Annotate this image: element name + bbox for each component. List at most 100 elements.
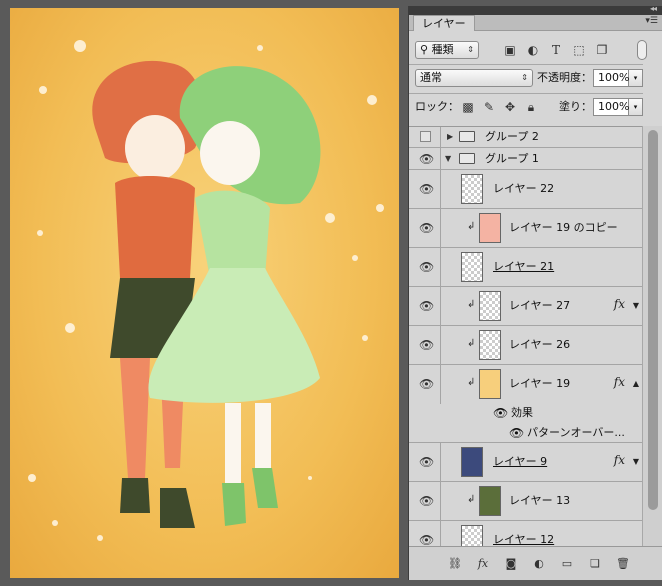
shape-filter-icon[interactable]: ⬚ — [571, 42, 587, 58]
visibility-toggle[interactable]: 👁︎ — [409, 248, 441, 286]
opacity-dropdown[interactable]: ▾ — [629, 69, 643, 87]
link-icon[interactable]: ⛓︎ — [447, 557, 463, 571]
layer-row[interactable]: 👁︎ レイヤー 12 — [409, 521, 643, 546]
layer-list: ▶ グループ 2 👁︎ ▼ グループ 1 👁︎ レイヤー 22 👁︎ ↲ レイヤ… — [409, 126, 643, 546]
lock-position-icon[interactable]: ✥ — [502, 99, 518, 115]
visibility-toggle[interactable] — [409, 127, 441, 147]
scrollbar-thumb[interactable] — [648, 130, 658, 510]
eye-icon: 👁︎ — [419, 299, 435, 313]
visibility-toggle[interactable]: 👁︎ — [409, 326, 441, 364]
effects-collapse-icon[interactable]: ▲ — [633, 379, 639, 388]
visibility-toggle[interactable]: 👁︎ — [409, 521, 441, 546]
layers-panel: ◂◂ レイヤー ▾☰ ⚲ 種類 ⇕ ▣ ◐ T ⬚ ❐ 通常 ⇕ 不透明度： 100… — [408, 4, 662, 580]
effects-label: 効果 — [511, 406, 533, 419]
clipping-arrow-icon: ↲ — [467, 221, 476, 232]
filter-kind-select[interactable]: ⚲ 種類 ⇕ — [415, 41, 479, 59]
visibility-toggle[interactable]: 👁︎ — [409, 170, 441, 208]
filter-toggle[interactable] — [637, 40, 647, 60]
new-group-icon[interactable]: ▭ — [559, 557, 575, 571]
updown-icon: ⇕ — [521, 73, 528, 82]
layer-scrollbar[interactable] — [642, 126, 662, 546]
layer-name: レイヤー 12 — [493, 533, 555, 546]
layer-thumbnail — [461, 447, 483, 477]
visibility-toggle[interactable]: 👁︎ — [409, 287, 441, 325]
updown-icon: ⇕ — [467, 45, 474, 54]
eye-icon: 👁︎ — [419, 455, 435, 469]
layer-row[interactable]: ▶ グループ 2 — [409, 127, 643, 148]
effects-expand-icon[interactable]: ▼ — [633, 457, 639, 466]
trash-icon[interactable]: 🗑︎ — [615, 557, 631, 571]
effects-expand-icon[interactable]: ▼ — [633, 301, 639, 310]
lock-transparent-icon[interactable]: ▩ — [460, 99, 476, 115]
panel-menu-icon[interactable]: ▾☰ — [645, 16, 658, 26]
visibility-toggle[interactable]: 👁︎ — [409, 148, 441, 169]
fx-icon[interactable]: fx — [614, 453, 625, 467]
effect-name: パターンオーバー... — [527, 426, 625, 439]
fx-icon[interactable]: fx — [614, 375, 625, 389]
clipping-arrow-icon: ↲ — [467, 494, 476, 505]
effect-row[interactable]: 👁︎ パターンオーバー... — [409, 423, 643, 443]
visibility-toggle[interactable]: 👁︎ — [409, 482, 441, 520]
visibility-toggle[interactable]: 👁︎ — [409, 443, 441, 481]
eye-icon: 👁︎ — [419, 152, 435, 166]
smart-object-filter-icon[interactable]: ❐ — [594, 42, 610, 58]
panel-tabbar: レイヤー ▾☰ — [409, 15, 662, 31]
document-canvas[interactable] — [10, 8, 399, 578]
fill-dropdown[interactable]: ▾ — [629, 98, 643, 116]
lock-all-icon[interactable]: 🔒︎ — [523, 99, 539, 115]
layer-row[interactable]: 👁︎ ↲ レイヤー 19 fx ▲ — [409, 365, 643, 404]
eye-icon: 👁︎ — [419, 260, 435, 274]
fill-input[interactable]: 100% — [593, 98, 629, 116]
layer-name: レイヤー 22 — [493, 182, 555, 195]
eye-icon: 👁︎ — [419, 338, 435, 352]
blend-mode-select[interactable]: 通常 ⇕ — [415, 69, 533, 87]
layer-name: レイヤー 19 — [509, 377, 571, 390]
layer-thumbnail — [479, 291, 501, 321]
visibility-toggle[interactable]: 👁︎ — [409, 209, 441, 247]
layer-thumbnail — [479, 330, 501, 360]
layer-name: レイヤー 19 のコピー — [509, 221, 618, 234]
layer-name: グループ 2 — [485, 130, 539, 143]
layer-row[interactable]: 👁︎ ↲ レイヤー 19 のコピー — [409, 209, 643, 248]
filter-kind-label: 種類 — [431, 43, 454, 56]
eye-icon[interactable]: 👁︎ — [493, 406, 508, 420]
new-layer-icon[interactable]: ❏ — [587, 557, 603, 571]
adjustment-filter-icon[interactable]: ◐ — [525, 42, 541, 58]
layer-row[interactable]: 👁︎ ↲ レイヤー 27 fx ▼ — [409, 287, 643, 326]
artwork — [28, 40, 384, 541]
layer-row[interactable]: 👁︎ ↲ レイヤー 26 — [409, 326, 643, 365]
folder-icon — [459, 131, 475, 142]
visibility-off-icon — [420, 131, 431, 142]
layer-name: レイヤー 27 — [509, 299, 571, 312]
eye-icon: 👁︎ — [419, 494, 435, 508]
layer-row[interactable]: 👁︎ レイヤー 22 — [409, 170, 643, 209]
eye-icon: 👁︎ — [419, 533, 435, 546]
layer-row[interactable]: 👁︎ レイヤー 21 — [409, 248, 643, 287]
eye-icon[interactable]: 👁︎ — [509, 426, 524, 440]
layer-thumbnail — [479, 486, 501, 516]
lock-image-icon[interactable]: ✎ — [481, 99, 497, 115]
layer-row[interactable]: 👁︎ ▼ グループ 1 — [409, 148, 643, 170]
expand-icon[interactable]: ▶ — [447, 132, 453, 141]
collapse-group-icon[interactable]: ▼ — [445, 154, 451, 163]
clipping-arrow-icon: ↲ — [467, 377, 476, 388]
mask-icon[interactable]: ◙ — [503, 557, 519, 571]
opacity-input[interactable]: 100% — [593, 69, 629, 87]
layer-row[interactable]: 👁︎ レイヤー 9 fx ▼ — [409, 443, 643, 482]
eye-icon: 👁︎ — [419, 182, 435, 196]
pixel-filter-icon[interactable]: ▣ — [502, 42, 518, 58]
collapse-icon[interactable]: ◂◂ — [650, 4, 657, 13]
visibility-toggle[interactable]: 👁︎ — [409, 365, 441, 404]
tab-layers[interactable]: レイヤー — [413, 15, 475, 31]
fx-icon[interactable]: fx — [614, 297, 625, 311]
eye-icon: 👁︎ — [419, 221, 435, 235]
fill-label: 塗り： — [559, 100, 592, 113]
fx-icon[interactable]: fx — [475, 557, 491, 571]
layer-row[interactable]: 👁︎ ↲ レイヤー 13 — [409, 482, 643, 521]
layer-name: レイヤー 9 — [493, 455, 548, 468]
type-filter-icon[interactable]: T — [548, 42, 564, 58]
opacity-label: 不透明度： — [537, 71, 592, 84]
clipping-arrow-icon: ↲ — [467, 299, 476, 310]
adjustment-icon[interactable]: ◐ — [531, 557, 547, 571]
effects-row[interactable]: 👁︎ 効果 — [409, 404, 643, 423]
